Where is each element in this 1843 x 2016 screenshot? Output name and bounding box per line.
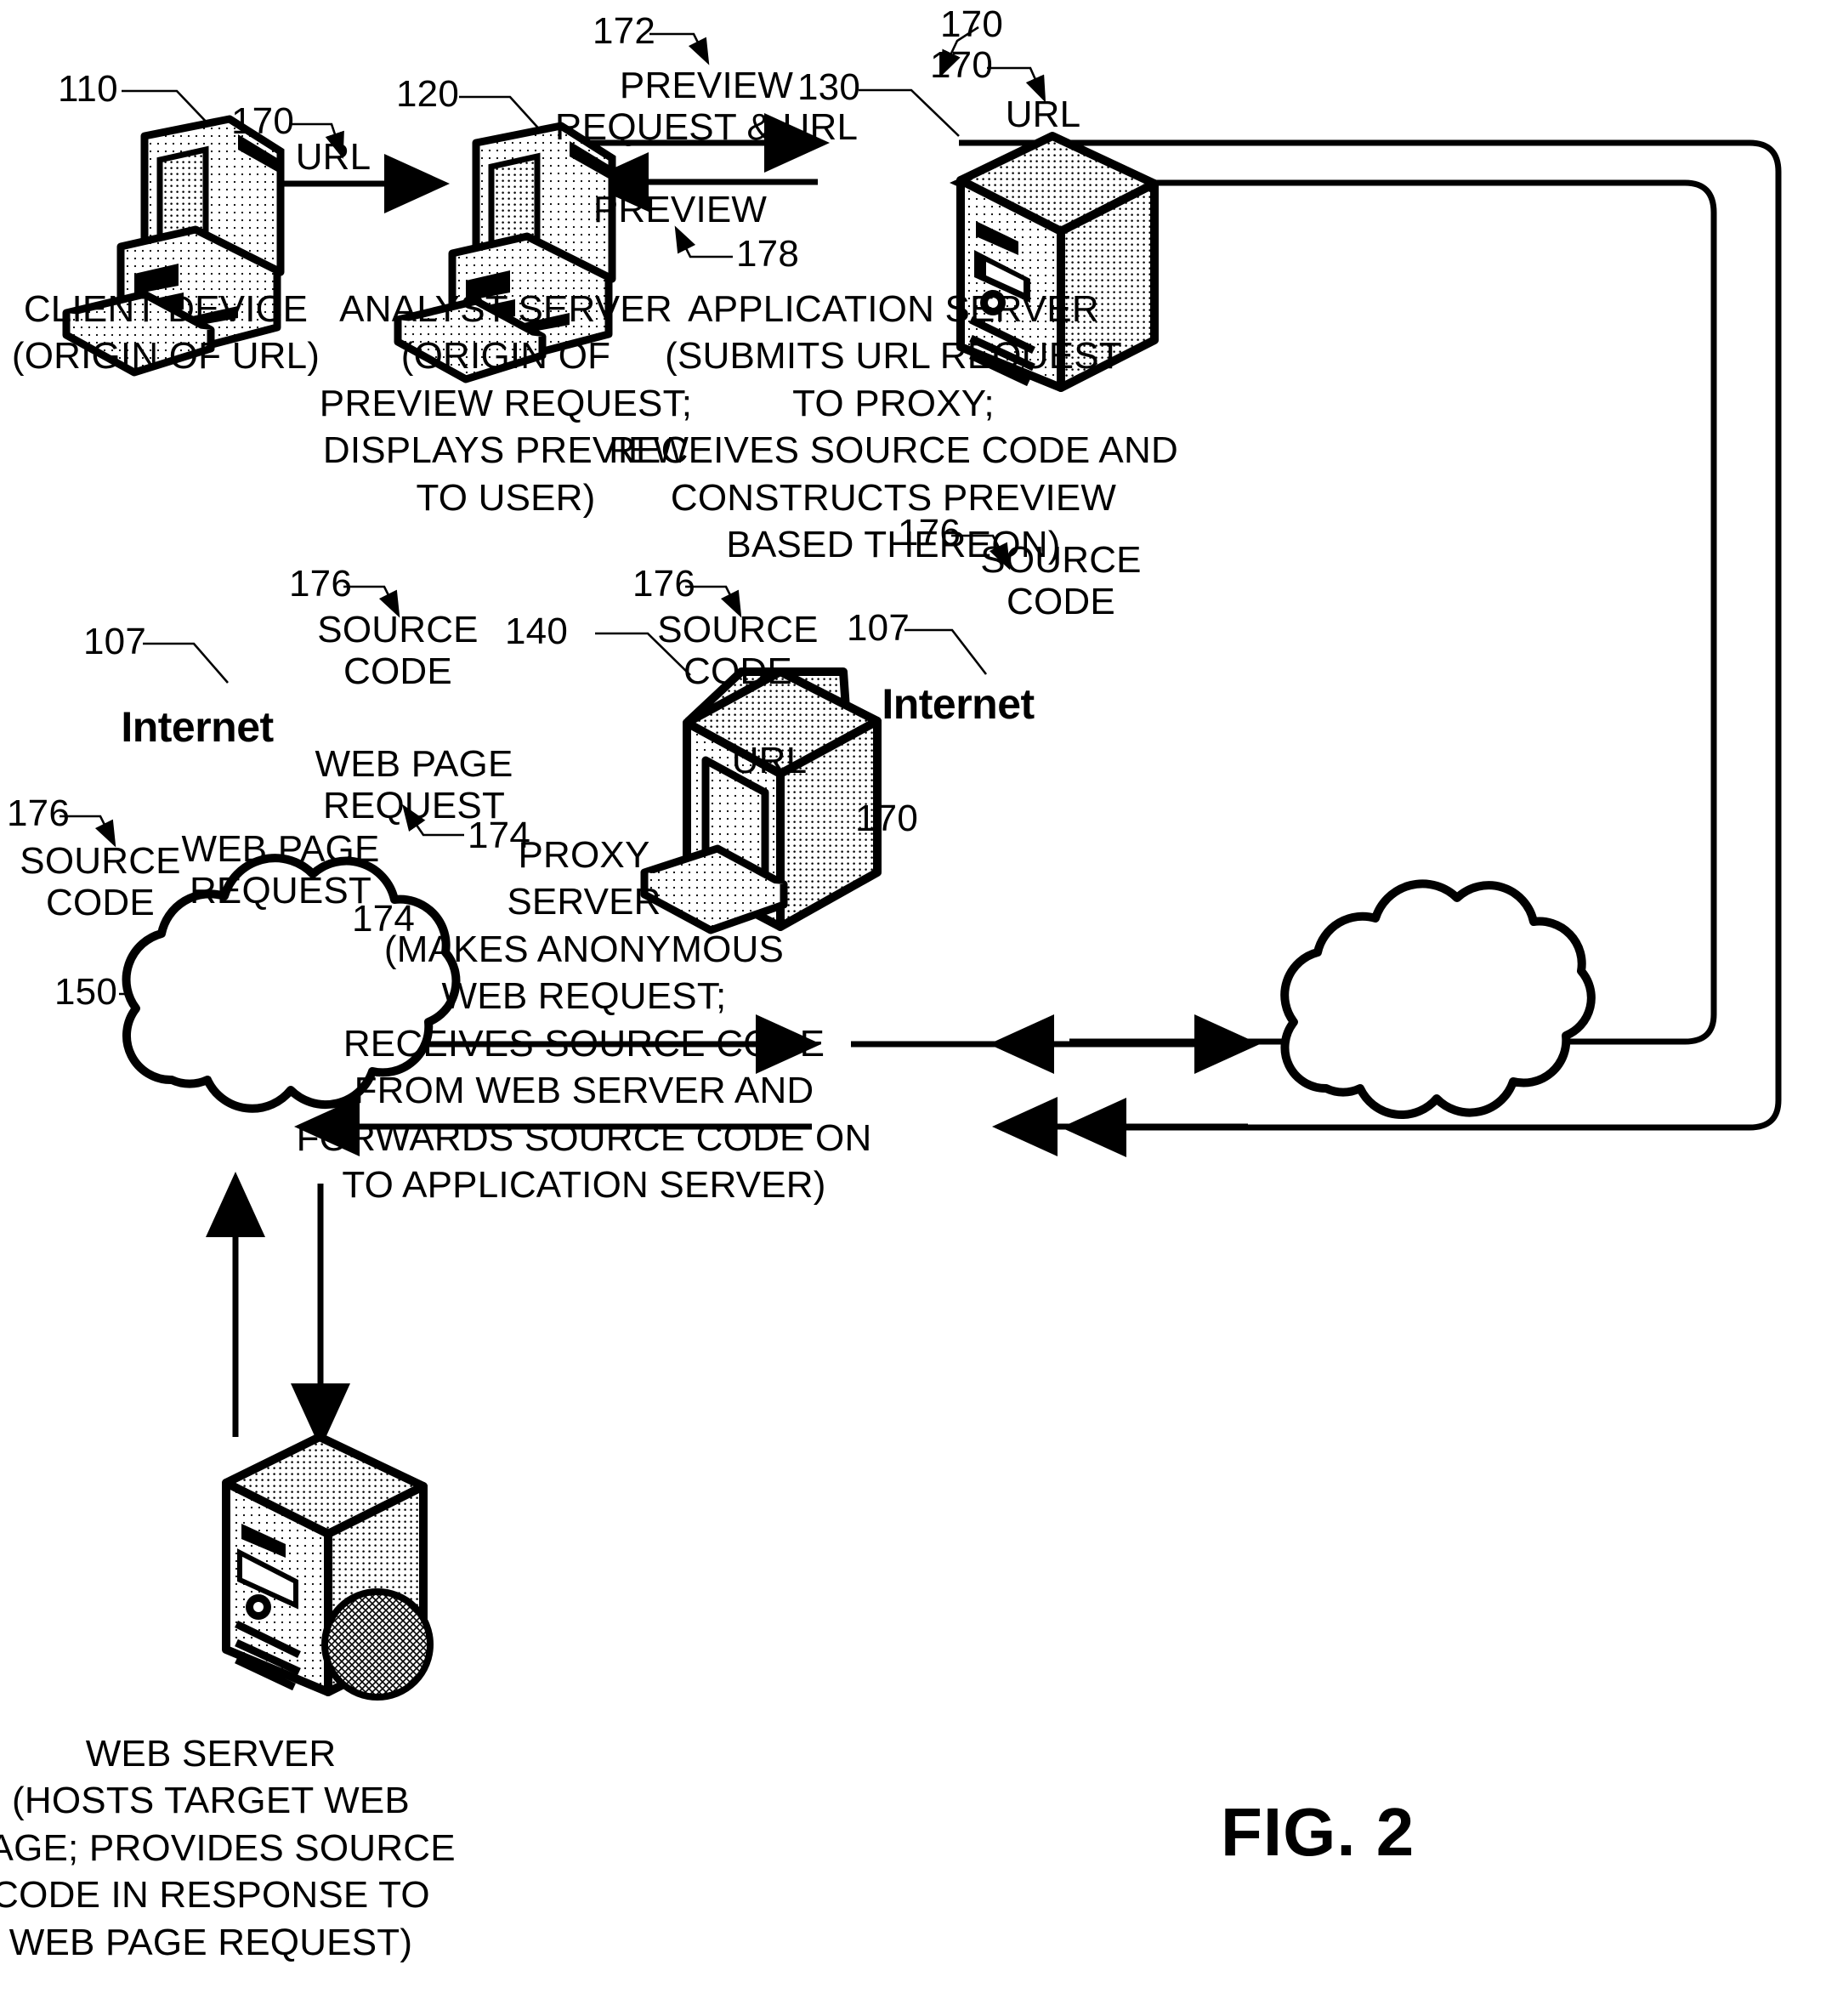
webserver-arrows — [206, 1172, 350, 1449]
cloud-right — [1280, 879, 1596, 1120]
reference-numeral-140: 140 — [505, 610, 569, 652]
caption-client-device: CLIENT DEVICE (ORIGIN OF URL) — [11, 288, 320, 378]
flow-label-url-app-to-internet: URL — [1005, 94, 1081, 135]
cloud-label-internet-left: Internet — [121, 703, 274, 751]
flow-label-preview-request-url: PREVIEW REQUEST & URL — [554, 65, 859, 149]
flow-label-source-code-left-mid: SOURCE CODE — [317, 609, 479, 693]
reference-numeral-110: 110 — [58, 68, 118, 110]
caption-proxy-server: PROXY SERVER (MAKES ANONYMOUS WEB REQUES… — [296, 834, 872, 1207]
server-tower-disc-icon-webserver — [222, 1433, 434, 1701]
reference-numeral-170-b: 170 — [940, 3, 1004, 45]
patent-figure-2: 110 120 130 140 150 107 107 170 172 170 … — [0, 0, 1843, 2016]
flow-label-source-code-right-mid: SOURCE CODE — [657, 609, 819, 693]
caption-application-server: APPLICATION SERVER (SUBMITS URL REQUEST … — [609, 288, 1178, 566]
reference-numeral-170-c: 170 — [930, 44, 994, 86]
flow-label-web-page-request-proxy: WEB PAGE REQUEST — [315, 743, 513, 827]
flow-label-url-client-analyst: URL — [295, 136, 371, 178]
reference-numeral-120: 120 — [396, 73, 460, 115]
caption-web-server: WEB SERVER (HOSTS TARGET WEB PAGE; PROVI… — [0, 1733, 456, 1963]
cloud-label-internet-right: Internet — [882, 680, 1035, 728]
reference-numeral-107-right: 107 — [847, 607, 910, 649]
flow-label-preview: PREVIEW — [593, 189, 768, 230]
reference-numeral-176-d: 176 — [7, 792, 71, 834]
reference-numeral-178: 178 — [736, 233, 800, 275]
flow-label-source-code-bottom: SOURCE CODE — [20, 840, 181, 924]
flow-label-url-internet-proxy: URL — [731, 740, 808, 781]
reference-numeral-150: 150 — [54, 971, 118, 1013]
reference-numeral-176-c: 176 — [632, 563, 696, 605]
reference-numeral-172: 172 — [593, 10, 656, 52]
reference-numeral-170-a: 170 — [231, 100, 295, 142]
reference-numeral-176-b: 176 — [289, 563, 353, 605]
figure-title: FIG. 2 — [1221, 1794, 1415, 1870]
reference-numeral-107-left: 107 — [83, 621, 147, 662]
